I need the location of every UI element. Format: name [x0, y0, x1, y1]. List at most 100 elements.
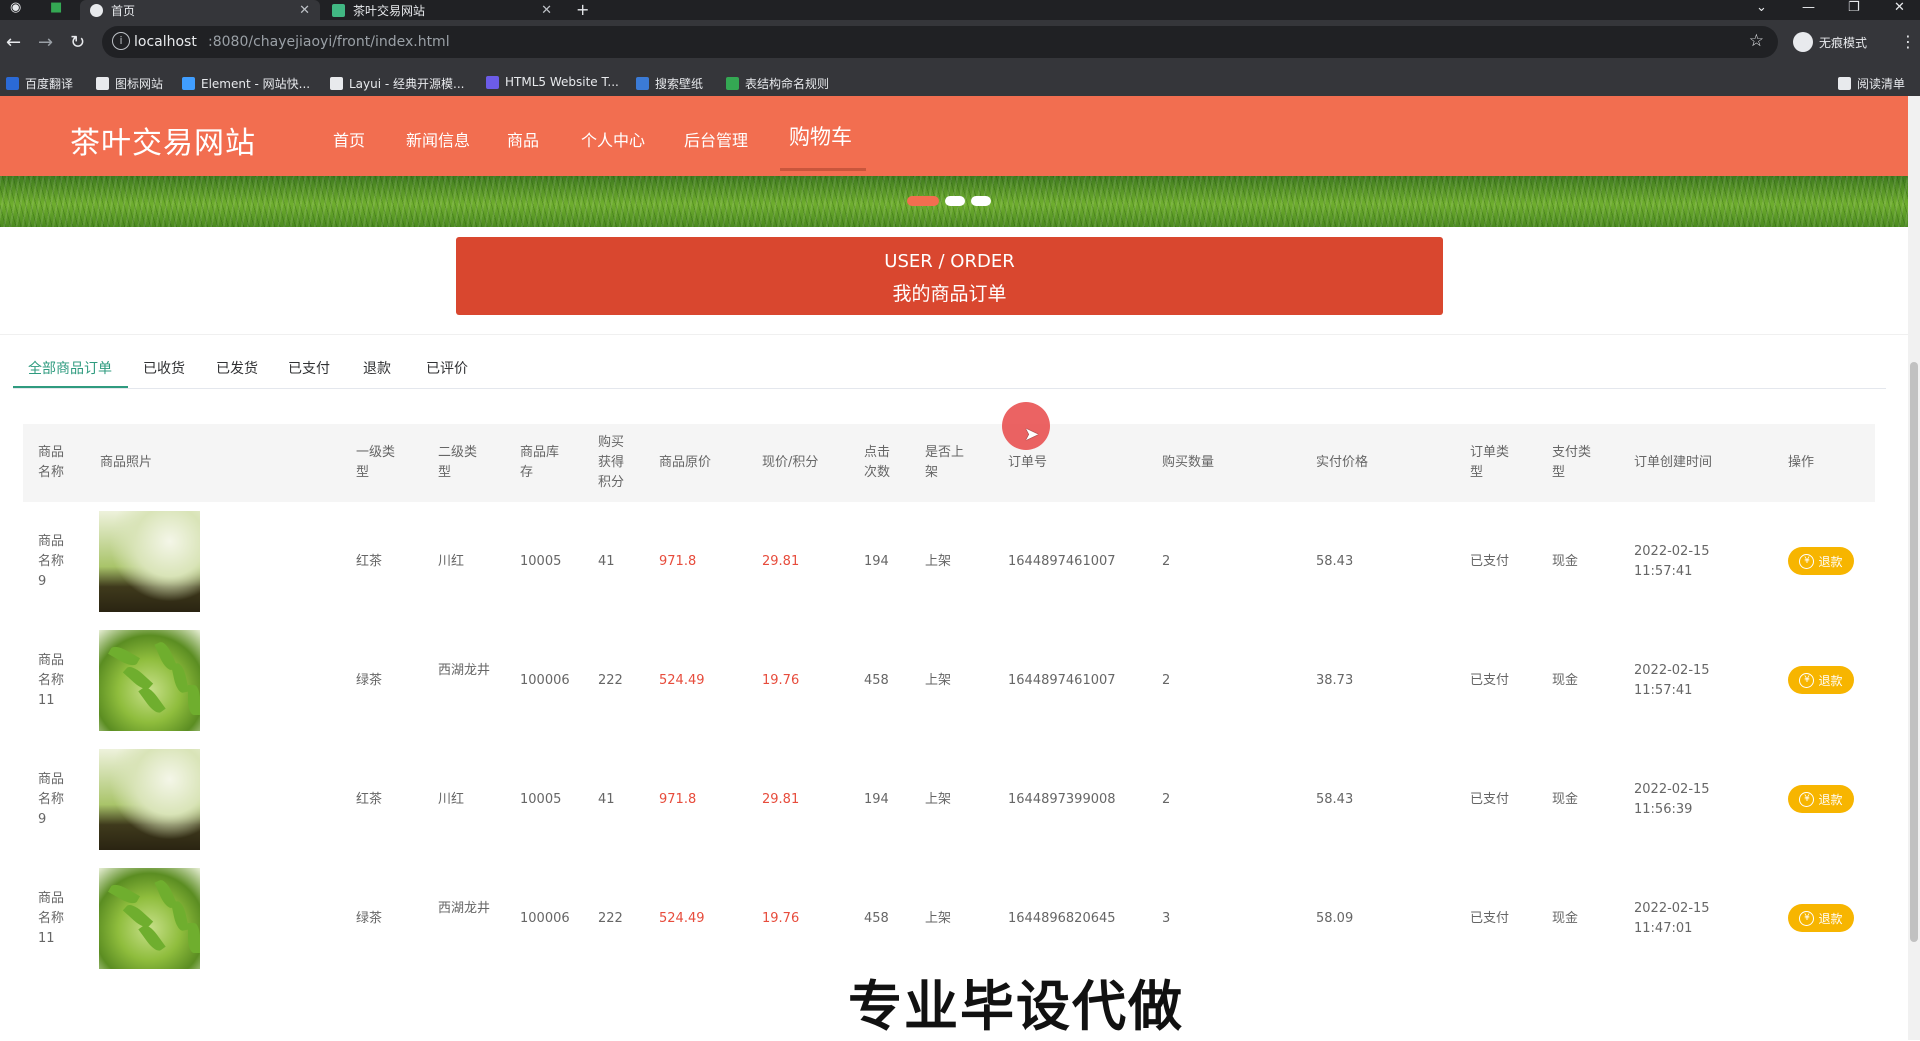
refund-label: 退款 [1818, 792, 1843, 807]
tab-all-orders[interactable]: 全部商品订单 [28, 358, 112, 378]
cell-created: 2022-02-15 11:47:01 [1634, 901, 1710, 936]
site-info-icon[interactable]: i [112, 32, 130, 50]
vue-icon [332, 3, 345, 17]
bookmark-table-naming[interactable]: 表结构命名规则 [726, 75, 829, 92]
tea-leaf-shape [188, 685, 200, 715]
refund-button[interactable]: ¥ 退款 [1788, 785, 1854, 813]
refund-button[interactable]: ¥ 退款 [1788, 904, 1854, 932]
tab-reviewed[interactable]: 已评价 [426, 358, 468, 378]
refund-label: 退款 [1818, 673, 1843, 688]
refund-button[interactable]: ¥ 退款 [1788, 666, 1854, 694]
bookmark-baidu-translate[interactable]: 百度翻译 [6, 75, 73, 92]
tea-sprout-photo[interactable] [99, 511, 200, 612]
mouse-cursor-icon: ➤ [1024, 424, 1040, 445]
cell-cur-price: 29.81 [762, 554, 800, 569]
green-tea-leaves-photo[interactable] [99, 630, 200, 731]
cell-qty: 2 [1162, 792, 1171, 807]
tab-shipped[interactable]: 已发货 [216, 358, 258, 378]
bookmark-html5-templates[interactable]: HTML5 Website T... [486, 75, 619, 89]
cell-paid: 58.43 [1316, 792, 1354, 807]
cell-created: 2022-02-15 11:56:39 [1634, 782, 1710, 817]
reading-list-label: 阅读清单 [1857, 77, 1906, 91]
close-tab-icon[interactable]: ✕ [299, 3, 310, 18]
tab-search-icon[interactable]: ⌄ [1756, 0, 1767, 15]
cell-product-name: 商品名称9 [38, 772, 65, 827]
close-tab-icon[interactable]: ✕ [541, 3, 552, 18]
col-qty: 购买数量 [1162, 455, 1215, 470]
forward-icon[interactable]: → [38, 32, 53, 53]
bookmark-star-icon[interactable]: ☆ [1749, 31, 1764, 51]
refund-button[interactable]: ¥ 退款 [1788, 547, 1854, 575]
bookmark-element[interactable]: Element - 网站快... [182, 75, 310, 92]
back-icon[interactable]: ← [6, 32, 21, 53]
incognito-label: 无痕模式 [1819, 35, 1868, 50]
reload-icon[interactable]: ↻ [70, 32, 85, 53]
tea-leaf-shape [188, 923, 200, 953]
green-tea-leaves-photo[interactable] [99, 868, 200, 969]
cell-cur-price: 29.81 [762, 792, 800, 807]
reading-list[interactable]: 阅读清单 [1838, 75, 1905, 92]
bookmarks-bar: 百度翻译 图标网站 Element - 网站快... Layui - 经典开源模… [0, 68, 1920, 97]
cell-type2: 西湖龙井 [438, 901, 491, 916]
nav-home[interactable]: 首页 [333, 127, 365, 151]
cell-on-shelf: 上架 [925, 673, 952, 688]
carousel-dot[interactable] [945, 196, 965, 206]
tea-leaf-shape [138, 684, 166, 716]
refund-label: 退款 [1818, 911, 1843, 926]
table-row: 商品名称9 红茶 川红 10005 41 971.8 29.81 194 上架 … [23, 740, 1875, 859]
bookmark-label: Element - 网站快... [201, 77, 311, 91]
cell-product-name: 商品名称11 [38, 653, 65, 708]
incognito-indicator[interactable]: 无痕模式 [1793, 32, 1867, 52]
cell-created: 2022-02-15 11:57:41 [1634, 544, 1710, 579]
wallpaper-icon [636, 77, 649, 90]
bookmark-label: HTML5 Website T... [505, 75, 619, 89]
cell-on-shelf: 上架 [925, 792, 952, 807]
tea-sprout-photo[interactable] [99, 749, 200, 850]
cell-order-no: 1644896820645 [1008, 911, 1116, 926]
cell-on-shelf: 上架 [925, 911, 952, 926]
bookmark-icon-site[interactable]: 图标网站 [96, 75, 163, 92]
bookmark-layui[interactable]: Layui - 经典开源模... [330, 75, 464, 92]
tab-refund[interactable]: 退款 [363, 358, 391, 378]
app-icon[interactable]: ■ [50, 0, 62, 15]
cell-type1: 绿茶 [356, 911, 383, 926]
nav-news[interactable]: 新闻信息 [406, 127, 470, 151]
tab-paid[interactable]: 已支付 [288, 358, 330, 378]
scrollbar-thumb[interactable] [1910, 362, 1918, 942]
cell-order-no: 1644897461007 [1008, 673, 1116, 688]
carousel-dot-active[interactable] [907, 196, 939, 206]
nav-cart[interactable]: 购物车 [789, 121, 852, 151]
nav-products[interactable]: 商品 [507, 127, 539, 151]
tab-received[interactable]: 已收货 [143, 358, 185, 378]
close-window-icon[interactable]: ✕ [1894, 0, 1905, 15]
new-tab-button[interactable]: + [576, 0, 589, 19]
nav-admin[interactable]: 后台管理 [684, 127, 748, 151]
browser-menu-icon[interactable]: ◉ [10, 0, 21, 15]
reading-list-icon [1838, 77, 1851, 90]
page-scrollbar[interactable] [1908, 96, 1920, 1040]
order-status-tabs: 全部商品订单 已收货 已发货 已支付 退款 已评价 [13, 352, 1886, 389]
cell-qty: 3 [1162, 911, 1171, 926]
address-bar[interactable]: i localhost :8080/chayejiaoyi/front/inde… [102, 26, 1778, 58]
tab-tea-site[interactable]: 茶叶交易网站 ✕ [322, 0, 562, 20]
translate-icon [6, 77, 19, 90]
carousel-dot[interactable] [971, 196, 991, 206]
col-photo: 商品照片 [100, 455, 153, 470]
bookmark-label: 表结构命名规则 [745, 77, 830, 91]
cell-clicks: 194 [864, 792, 889, 807]
tab-home[interactable]: 首页 ✕ [80, 0, 320, 20]
cell-order-no: 1644897461007 [1008, 554, 1116, 569]
cell-clicks: 194 [864, 554, 889, 569]
bookmark-wallpaper[interactable]: 搜索壁纸 [636, 75, 703, 92]
cell-product-name: 商品名称9 [38, 534, 65, 589]
browser-menu-kebab-icon[interactable]: ⋮ [1900, 32, 1916, 51]
minimize-icon[interactable]: — [1802, 0, 1815, 15]
table-header: 商品名称 商品照片 一级类型 二级类型 商品库存 购买获得积分 商品原价 现价/… [23, 424, 1875, 502]
cell-pay-type: 现金 [1552, 911, 1579, 926]
nav-personal-center[interactable]: 个人中心 [581, 127, 645, 151]
cell-type2: 西湖龙井 [438, 663, 491, 678]
site-title[interactable]: 茶叶交易网站 [70, 118, 256, 162]
col-product-name: 商品名称 [38, 445, 65, 480]
restore-icon[interactable]: ❐ [1848, 0, 1860, 15]
col-created: 订单创建时间 [1634, 455, 1713, 470]
